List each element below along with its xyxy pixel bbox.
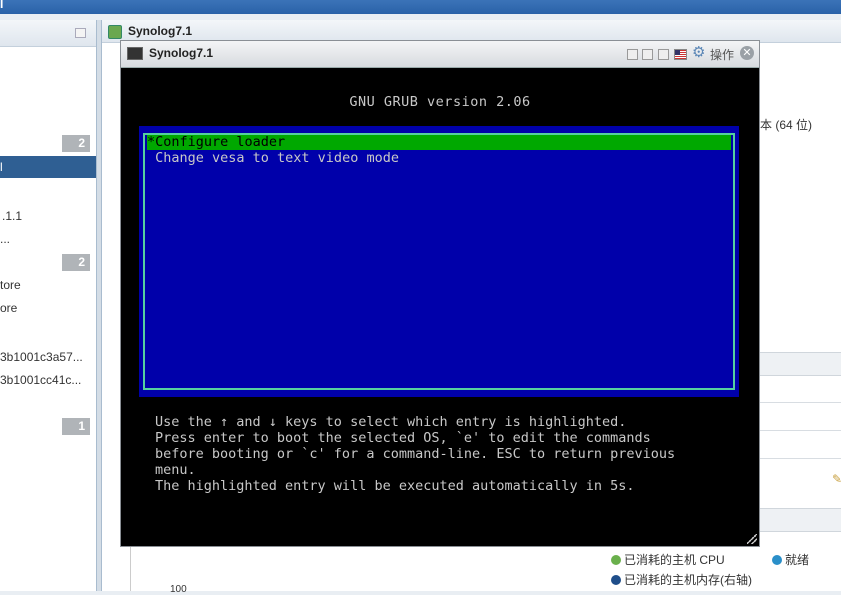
close-icon[interactable]: ✕ <box>740 46 754 60</box>
nav-item[interactable]: ore <box>0 301 17 315</box>
console-title: Synolog7.1 <box>149 46 214 60</box>
legend-ready-label: 就绪 <box>785 553 810 567</box>
nav-item[interactable]: 3b1001c3a57... <box>0 350 83 364</box>
help-line: Press enter to boot the selected OS, `e'… <box>155 430 651 446</box>
grub-entry-change-vesa[interactable]: Change vesa to text video mode <box>147 151 731 166</box>
send-ctrl-alt-del-icon[interactable] <box>627 49 638 60</box>
console-title-bar[interactable]: Synolog7.1 ⚙ 操作 ✕ <box>121 41 759 68</box>
nav-item[interactable]: 3b1001cc41c... <box>0 373 81 387</box>
nav-item[interactable]: tore <box>0 278 21 292</box>
section-header-bar <box>760 352 841 376</box>
top-header-bar: I <box>0 0 841 14</box>
navigator-header <box>0 20 96 47</box>
legend-cpu: 已消耗的主机 CPU <box>611 551 725 568</box>
section-header-bar <box>760 508 841 532</box>
nav-item[interactable]: .1.1 <box>2 209 22 223</box>
grub-entry-configure-loader[interactable]: *Configure loader <box>147 135 731 150</box>
gear-icon[interactable]: ⚙ <box>692 45 705 61</box>
countdown-text: The highlighted entry will be executed a… <box>155 478 635 494</box>
divider <box>760 430 841 431</box>
console-screen[interactable]: GNU GRUB version 2.06 *Configure loader … <box>121 68 759 546</box>
vm-console-window[interactable]: Synolog7.1 ⚙ 操作 ✕ GNU GRUB version 2.06 … <box>120 40 760 547</box>
actions-menu-button[interactable]: 操作 <box>710 46 734 63</box>
vm-running-icon <box>108 25 122 39</box>
legend-memory-label: 已消耗的主机内存(右轴) <box>624 573 752 587</box>
divider <box>760 458 841 459</box>
legend-ready: 就绪 <box>772 551 809 568</box>
maximize-icon[interactable] <box>658 49 669 60</box>
axis-tick-label: 100 <box>170 584 187 595</box>
navigator-panel: 2 l .1.1 ... 2 tore ore 3b1001c3a57... 3… <box>0 20 97 591</box>
legend-dot-ready <box>772 555 782 565</box>
nav-item-label: l <box>0 160 3 174</box>
page-title: Synolog7.1 <box>128 24 193 38</box>
top-header-text: I <box>0 0 4 11</box>
count-badge: 2 <box>62 135 90 152</box>
nav-item[interactable]: ... <box>0 232 10 246</box>
help-line: Use the ↑ and ↓ keys to select which ent… <box>155 414 627 430</box>
legend-dot-cpu <box>611 555 621 565</box>
chart-axis <box>130 541 131 591</box>
count-badge: 2 <box>62 254 90 271</box>
grub-help-text: Use the ↑ and ↓ keys to select which ent… <box>155 414 675 478</box>
legend-cpu-label: 已消耗的主机 CPU <box>624 553 725 567</box>
minimize-icon[interactable] <box>642 49 653 60</box>
grub-title: GNU GRUB version 2.06 <box>349 94 531 110</box>
resize-grip[interactable] <box>747 534 757 544</box>
keyboard-language-flag-icon[interactable] <box>674 49 687 60</box>
edit-pencil-icon[interactable]: ✎ <box>832 472 841 486</box>
legend-dot-memory <box>611 575 621 585</box>
divider <box>760 402 841 403</box>
grub-countdown: The highlighted entry will be executed a… <box>155 478 635 494</box>
grub-menu-frame: *Configure loader Change vesa to text vi… <box>143 133 735 390</box>
console-icon <box>127 47 143 60</box>
legend-memory: 已消耗的主机内存(右轴) <box>611 571 752 588</box>
grub-menu: *Configure loader Change vesa to text vi… <box>139 126 739 397</box>
nav-item-selected[interactable]: l <box>0 156 96 178</box>
help-line: menu. <box>155 462 196 478</box>
count-badge: 1 <box>62 418 90 435</box>
cpu-info-text: 本 (64 位) <box>760 118 813 132</box>
help-line: before booting or `c' for a command-line… <box>155 446 676 462</box>
collapse-panel-icon[interactable] <box>75 28 86 38</box>
